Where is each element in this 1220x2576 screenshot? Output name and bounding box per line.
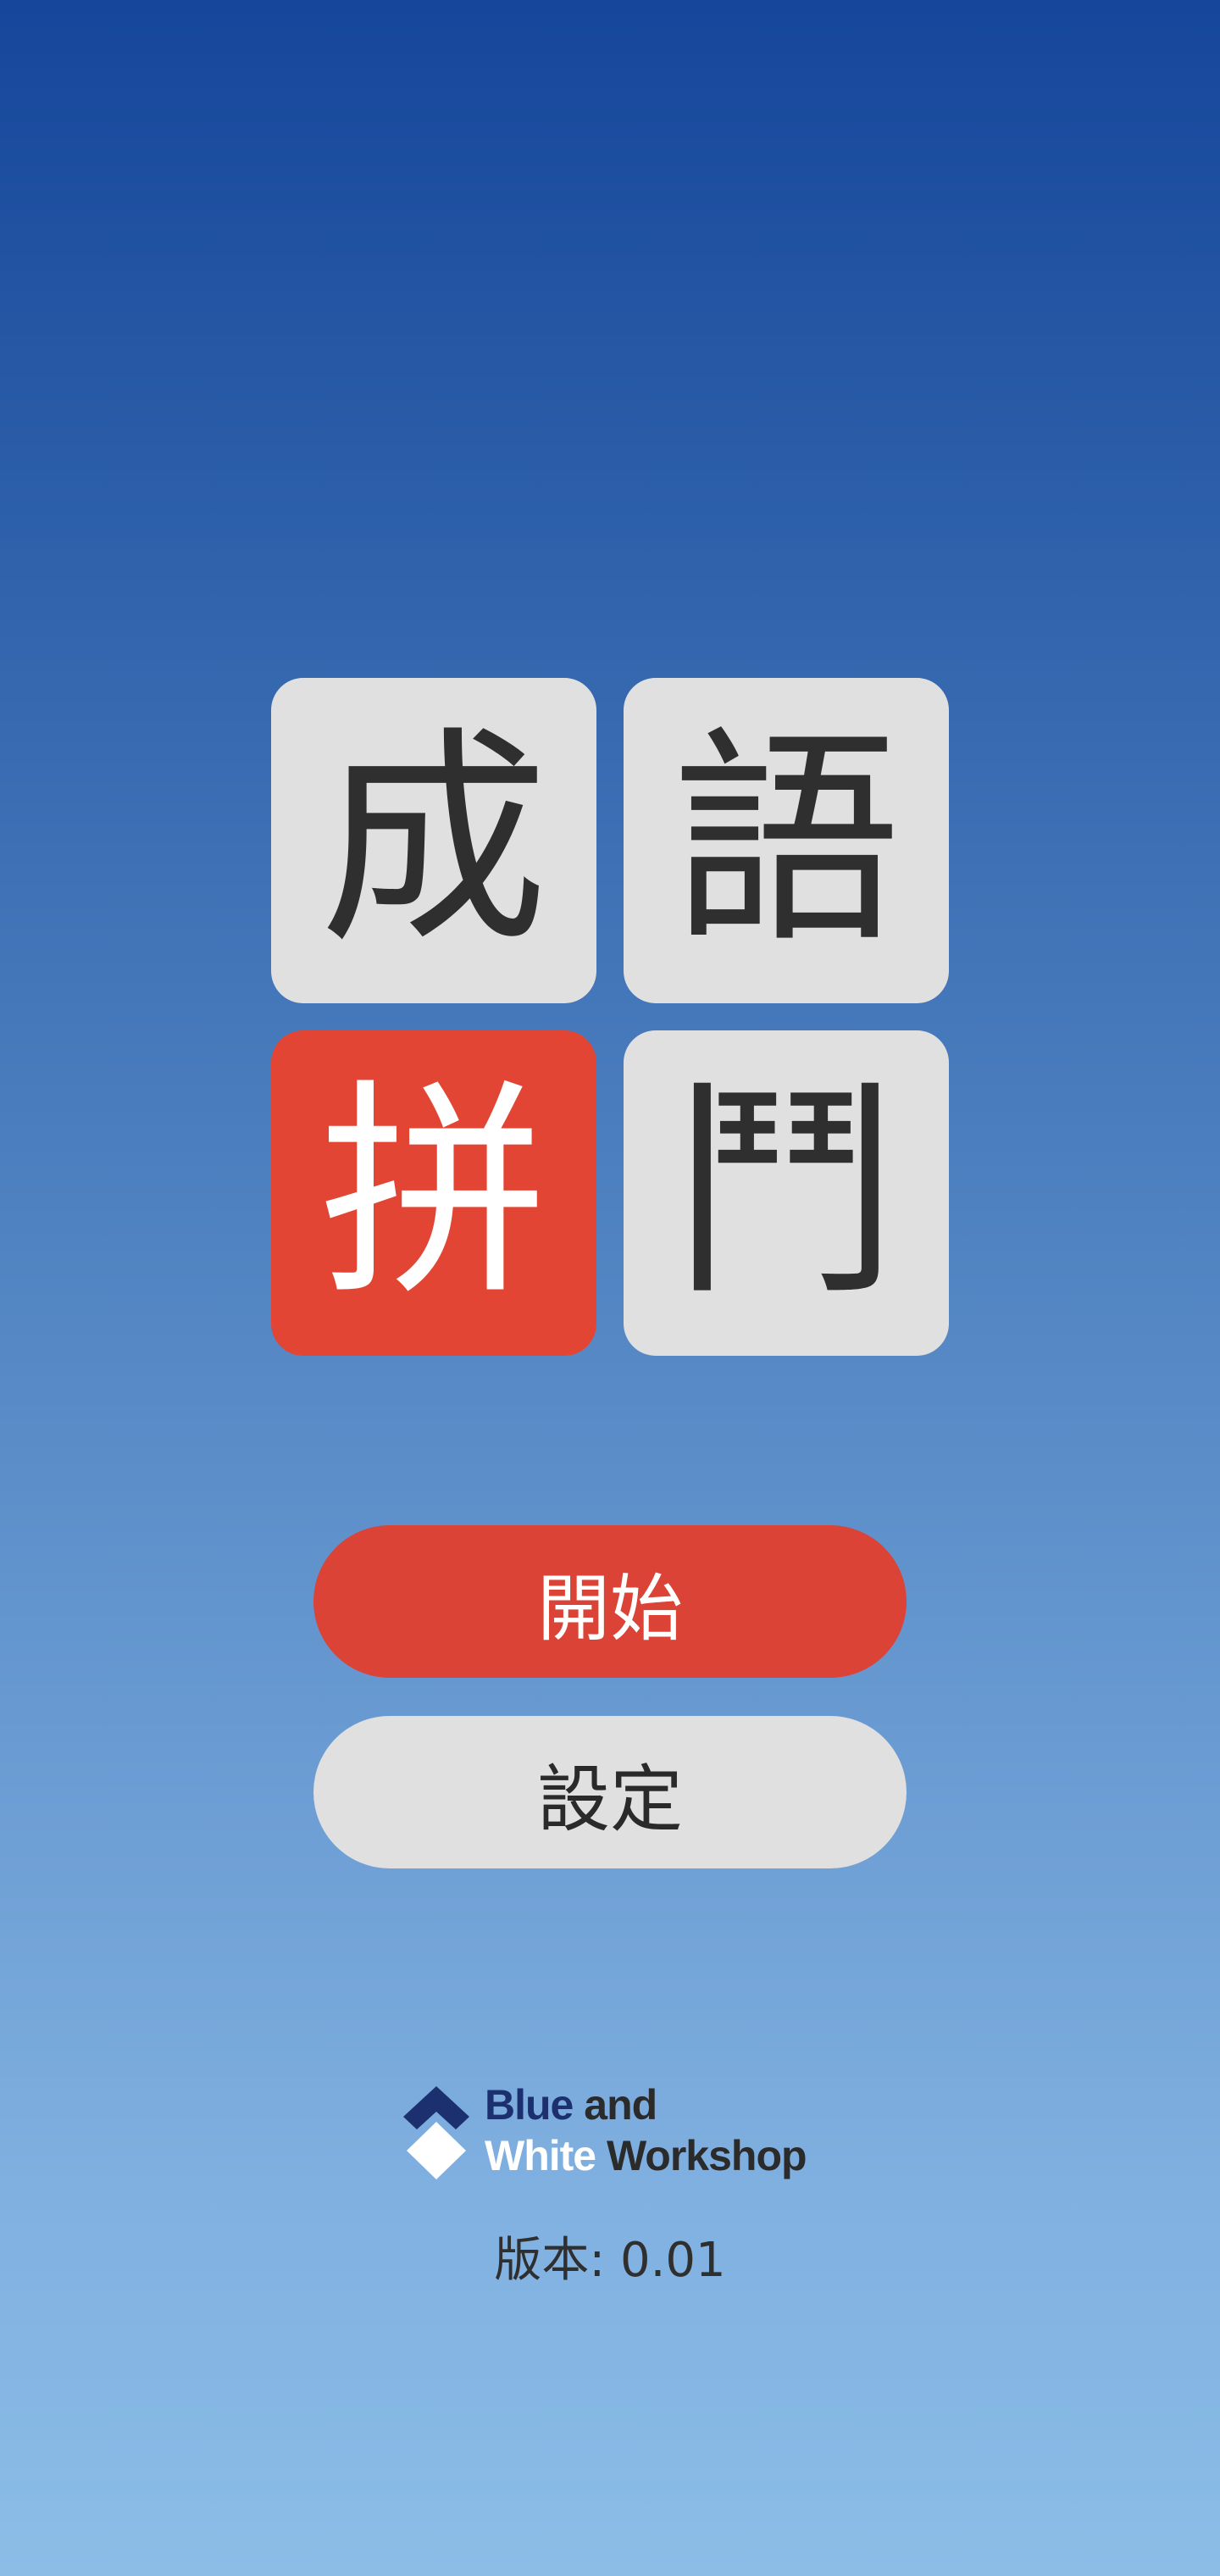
title-char-dou: 鬥 (672, 1059, 901, 1326)
start-button[interactable]: 開始 (313, 1525, 907, 1678)
title-tile-pin: 拼 (271, 1030, 596, 1356)
brand-word-white: White (485, 2132, 596, 2179)
title-char-pin: 拼 (319, 1059, 548, 1326)
brand-word-workshop: Workshop (607, 2132, 807, 2179)
title-tile-yu: 語 (624, 678, 949, 1003)
diamond-logo-icon (403, 2086, 469, 2179)
title-tile-dou: 鬥 (624, 1030, 949, 1356)
brand-word-and: and (584, 2081, 657, 2129)
brand-line-2: White Workshop (485, 2130, 807, 2181)
brand-line-1: Blue and (485, 2079, 807, 2130)
settings-button[interactable]: 設定 (313, 1716, 907, 1868)
brand-word-blue: Blue (485, 2081, 574, 2129)
version-text: 版本: 0.01 (0, 2222, 1220, 2290)
title-char-cheng: 成 (319, 707, 548, 974)
brand-logo: Blue and White Workshop (403, 2076, 844, 2186)
version-number: 0.01 (620, 2233, 726, 2288)
version-label: 版本: (494, 2233, 606, 2288)
title-tile-cheng: 成 (271, 678, 596, 1003)
title-char-yu: 語 (672, 707, 901, 974)
brand-name: Blue and White Workshop (485, 2079, 807, 2181)
